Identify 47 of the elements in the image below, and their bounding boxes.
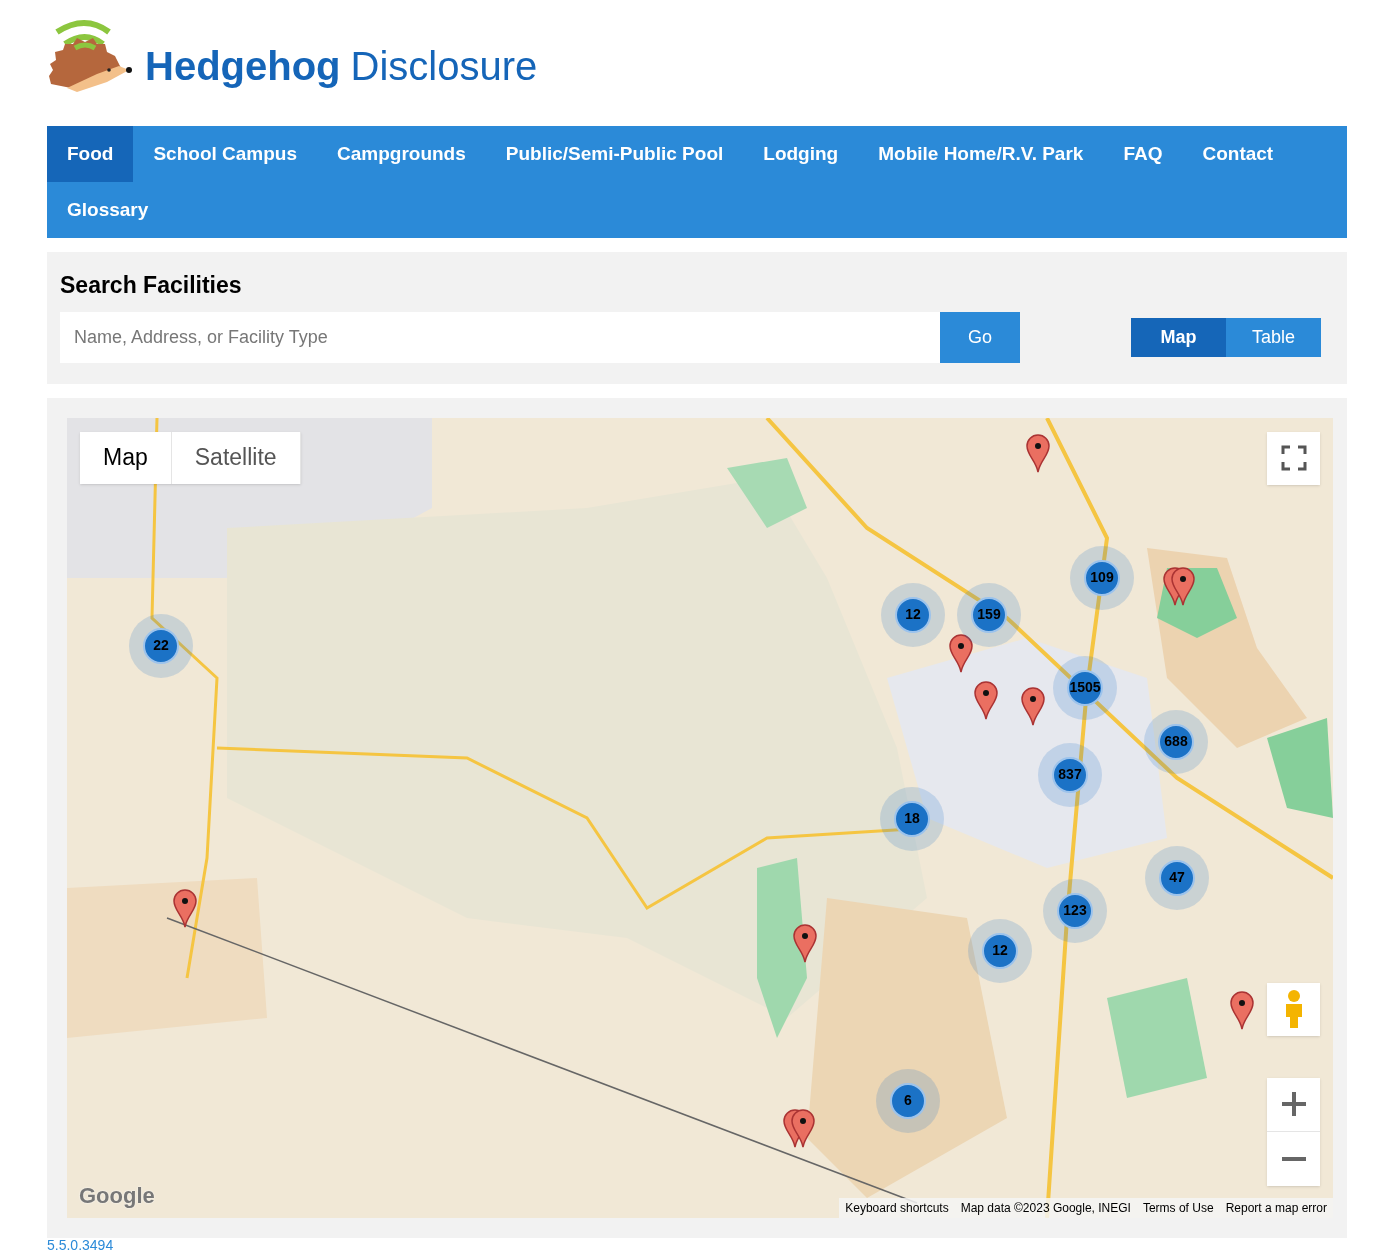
plus-icon: [1281, 1092, 1306, 1116]
view-toggle-button[interactable]: Table: [1226, 317, 1321, 357]
cluster-marker[interactable]: 109: [1070, 545, 1134, 610]
fullscreen-icon: [1280, 445, 1307, 471]
map-pin-icon[interactable]: [1025, 432, 1051, 473]
nav-tab[interactable]: Mobile Home/R.V. Park: [858, 126, 1104, 182]
map-type-button[interactable]: Satellite: [171, 431, 301, 484]
cluster-marker[interactable]: 12: [881, 582, 945, 647]
map-pin-icon[interactable]: [948, 632, 974, 673]
map-pin-icon[interactable]: [1020, 685, 1046, 726]
nav-tab[interactable]: Food: [47, 126, 134, 182]
map-type-button[interactable]: Map: [80, 431, 172, 484]
map-pin-icon[interactable]: [172, 887, 198, 928]
map-pins-icon[interactable]: [1162, 565, 1198, 606]
map-pins-icon[interactable]: [782, 1107, 818, 1148]
nav-tab[interactable]: Public/Semi-Public Pool: [485, 126, 744, 182]
cluster-marker[interactable]: 123: [1043, 878, 1107, 943]
map-pin-icon[interactable]: [1229, 989, 1255, 1030]
nav-tab[interactable]: School Campus: [133, 126, 317, 182]
map-logo: Google: [79, 1181, 155, 1210]
version-text: 5.5.0.3494: [47, 1238, 114, 1252]
nav-tab[interactable]: Glossary: [47, 182, 169, 238]
fullscreen-button[interactable]: [1267, 431, 1320, 485]
map-pin-icon[interactable]: [973, 679, 999, 720]
brand-name: Hedgehog: [145, 46, 341, 86]
nav-tab[interactable]: Lodging: [743, 126, 859, 182]
nav-tab[interactable]: Campgrounds: [317, 126, 486, 182]
search-title: Search Facilities: [60, 271, 243, 300]
go-button[interactable]: Go: [940, 311, 1020, 363]
cluster-marker[interactable]: 1505: [1053, 655, 1117, 720]
search-field[interactable]: Name, Address, or Facility Type: [60, 311, 940, 363]
brand-name: Disclosure: [350, 46, 538, 86]
nav-tab[interactable]: Contact: [1182, 126, 1294, 182]
nav-tab[interactable]: FAQ: [1103, 126, 1183, 182]
map[interactable]: 22 109 12 159 1505 688 837 18 47 123 12 6 Map Satellite Google Keyboard shortcuts Map data ©2023 Google, INEGI Terms of Use Report a map error: [67, 417, 1333, 1218]
cluster-marker[interactable]: 6: [876, 1068, 940, 1133]
cluster-marker[interactable]: 18: [880, 786, 944, 851]
cluster-marker[interactable]: 159: [957, 582, 1021, 647]
cluster-marker[interactable]: 47: [1145, 845, 1209, 910]
view-toggle-button[interactable]: Map: [1131, 317, 1226, 357]
minus-icon: [1281, 1156, 1306, 1161]
cluster-marker[interactable]: 12: [968, 918, 1032, 983]
map-pin-icon[interactable]: [792, 922, 818, 963]
cluster-marker[interactable]: 837: [1038, 742, 1102, 807]
cluster-marker[interactable]: 688: [1144, 709, 1208, 774]
attribution-link[interactable]: Keyboard shortcuts: [839, 1197, 955, 1218]
cluster-marker[interactable]: 22: [129, 613, 193, 678]
